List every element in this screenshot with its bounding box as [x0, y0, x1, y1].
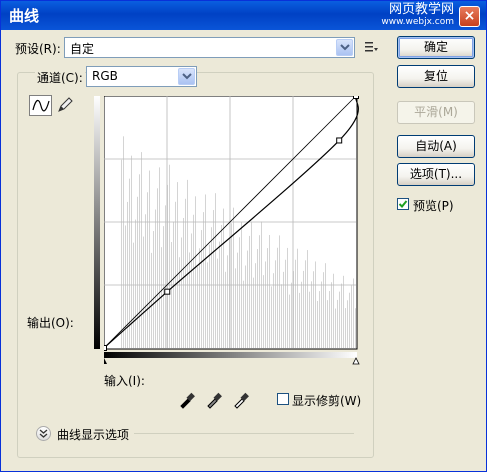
expand-options-button[interactable]: [36, 426, 51, 441]
curve-control-point[interactable]: [164, 288, 171, 295]
pencil-icon: [58, 97, 73, 112]
curve-graph[interactable]: [104, 96, 360, 372]
output-gradient-bar: [94, 96, 100, 349]
gray-eyedropper-icon: [207, 392, 222, 409]
reset-button[interactable]: 复位: [397, 65, 475, 88]
title-bar[interactable]: 曲线 网页教学网 www.webjx.com ×: [1, 1, 486, 30]
double-chevron-down-icon: [39, 429, 48, 438]
gray-eyedropper-button[interactable]: [205, 391, 223, 409]
ok-button[interactable]: 确定: [397, 36, 475, 59]
white-point-slider[interactable]: [352, 357, 360, 365]
show-clipping-label: 显示修剪(W): [292, 394, 362, 408]
divider: [134, 433, 354, 434]
chevron-down-icon[interactable]: [178, 68, 195, 85]
input-gradient-bar: [104, 352, 357, 358]
input-label: 输入(I):: [104, 374, 145, 388]
white-eyedropper-button[interactable]: [232, 391, 250, 409]
curve-control-point[interactable]: [353, 96, 359, 99]
curve-display-options-label: 曲线显示选项: [57, 428, 130, 442]
preset-label: 预设(R):: [15, 42, 61, 56]
preview-label: 预览(P): [413, 199, 454, 213]
close-button[interactable]: ×: [459, 6, 480, 27]
watermark-line2: www.webjx.com: [381, 17, 454, 27]
black-eyedropper-button[interactable]: [178, 391, 196, 409]
dialog-title: 曲线: [9, 7, 40, 25]
output-label: 输出(O):: [27, 316, 74, 330]
smooth-button[interactable]: 平滑(M): [397, 101, 475, 124]
white-eyedropper-icon: [234, 392, 249, 409]
channel-dropdown[interactable]: RGB: [86, 66, 197, 87]
black-point-slider[interactable]: [104, 358, 107, 364]
chevron-down-icon[interactable]: [336, 39, 353, 56]
curve-tool-button[interactable]: [29, 95, 52, 116]
preset-value: 自定: [70, 42, 95, 56]
preset-menu-icon[interactable]: [363, 39, 379, 55]
curve-control-point[interactable]: [336, 137, 343, 144]
channel-value: RGB: [92, 69, 118, 83]
auto-button[interactable]: 自动(A): [397, 135, 475, 158]
preview-checkbox[interactable]: [397, 198, 409, 210]
black-eyedropper-icon: [180, 392, 195, 409]
close-icon: ×: [463, 8, 476, 24]
options-button[interactable]: 选项(T)...: [397, 163, 475, 186]
watermark: 网页教学网 www.webjx.com: [381, 3, 454, 29]
curves-dialog: 曲线 网页教学网 www.webjx.com × 预设(R): 自定 确定 复位…: [0, 0, 487, 472]
watermark-line1: 网页教学网: [388, 2, 454, 17]
pencil-tool-button[interactable]: [55, 95, 78, 116]
channel-label: 通道(C):: [35, 69, 85, 86]
preset-dropdown[interactable]: 自定: [64, 37, 355, 58]
show-clipping-checkbox[interactable]: [277, 393, 289, 405]
curve-tool-icon: [32, 99, 50, 112]
curve-control-point[interactable]: [104, 345, 107, 351]
